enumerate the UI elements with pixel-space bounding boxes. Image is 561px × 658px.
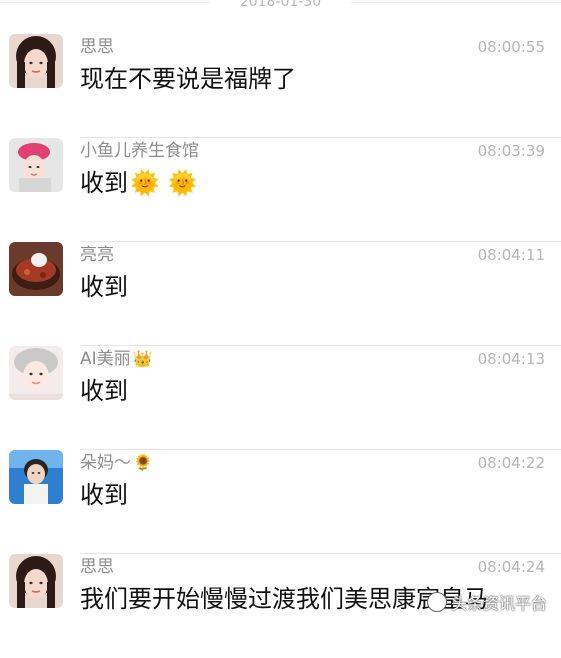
avatar[interactable] [9,138,63,192]
sender-name: 亮亮 [80,245,114,265]
date-header: 2018-01-30 [0,0,561,12]
avatar[interactable] [9,34,63,88]
sender-name: 小鱼儿养生食馆 [80,141,199,161]
avatar[interactable] [9,450,63,504]
message-text[interactable]: 现在不要说是福牌了 [80,62,298,96]
avatar[interactable] [9,242,63,296]
message-item[interactable]: 亮亮 08:04:11 收到 [0,242,561,346]
message-time: 08:04:22 [477,454,545,472]
watermark: 头条资讯平台 [426,590,547,614]
message-time: 08:04:11 [477,246,545,264]
message-text[interactable]: 收到 [80,270,130,304]
message-text[interactable]: 收到 [80,374,130,408]
message-time: 08:00:55 [477,38,545,56]
message-text[interactable]: 收到 [80,478,130,512]
message-text[interactable]: 收到🌞 🌞 [80,166,197,200]
date-divider-right [351,2,561,3]
sender-name: 思思 [80,557,114,577]
sender-name: 思思 [80,37,114,57]
toutiao-logo-icon [426,592,447,612]
crown-icon: 👑 [132,349,153,368]
message-item[interactable]: 朵妈～ 🌻 08:04:22 收到 [0,450,561,554]
message-item[interactable]: 思思 08:00:55 现在不要说是福牌了 [0,34,561,138]
date-divider-left [0,2,210,3]
message-time: 08:04:24 [477,558,545,576]
date-label: 2018-01-30 [239,0,322,10]
sunflower-icon: 🌻 [133,453,153,472]
message-time: 08:03:39 [477,142,545,160]
sender-name: AI美丽 👑 [80,349,153,369]
message-item[interactable]: AI美丽 👑 08:04:13 收到 [0,346,561,450]
watermark-text: 头条资讯平台 [450,594,547,613]
avatar[interactable] [9,554,63,608]
sender-name: 朵妈～ 🌻 [80,453,153,473]
avatar[interactable] [9,346,63,400]
message-item[interactable]: 小鱼儿养生食馆 08:03:39 收到🌞 🌞 [0,138,561,242]
message-time: 08:04:13 [477,350,545,368]
